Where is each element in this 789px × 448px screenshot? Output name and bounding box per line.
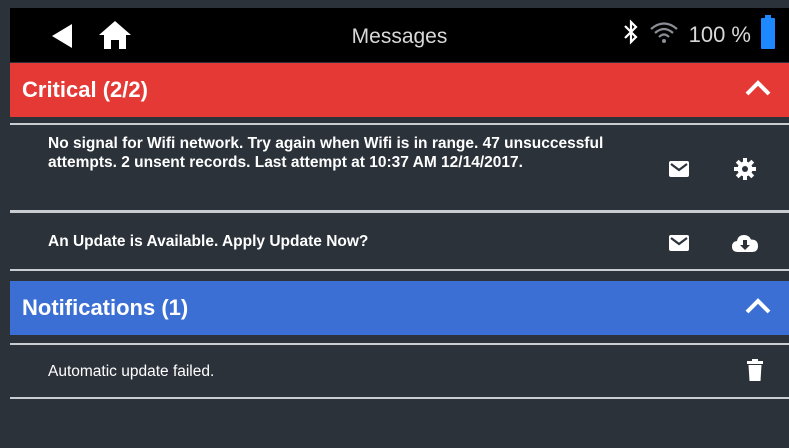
message-text: No signal for Wifi network. Try again wh… <box>48 135 604 171</box>
gear-icon[interactable] <box>734 158 756 185</box>
empty-list-area <box>10 399 789 448</box>
message-row-update[interactable]: An Update is Available. Apply Update Now… <box>10 211 789 271</box>
chevron-up-icon[interactable] <box>745 297 771 319</box>
critical-section-header[interactable]: Critical (2/2) <box>10 63 789 117</box>
envelope-icon[interactable] <box>669 235 689 256</box>
message-row-wifi[interactable]: No signal for Wifi network. Try again wh… <box>10 123 789 212</box>
wifi-icon <box>649 20 679 50</box>
critical-section-label: Critical (2/2) <box>22 77 148 102</box>
status-indicators: 100 % <box>623 15 775 55</box>
message-row-failed[interactable]: Automatic update failed. <box>10 343 789 399</box>
notifications-section-header[interactable]: Notifications (1) <box>10 281 789 335</box>
bluetooth-icon <box>623 19 639 51</box>
envelope-icon[interactable] <box>669 161 689 182</box>
cloud-download-icon[interactable] <box>732 233 758 258</box>
top-bar: Messages 100 % <box>10 8 789 62</box>
trash-icon[interactable] <box>747 359 763 386</box>
chevron-up-icon[interactable] <box>745 79 771 101</box>
notifications-section-label: Notifications (1) <box>22 295 189 320</box>
message-text: An Update is Available. Apply Update Now… <box>48 233 369 250</box>
battery-text: 100 % <box>688 22 751 47</box>
message-text: Automatic update failed. <box>48 363 215 380</box>
battery-icon <box>761 15 775 55</box>
